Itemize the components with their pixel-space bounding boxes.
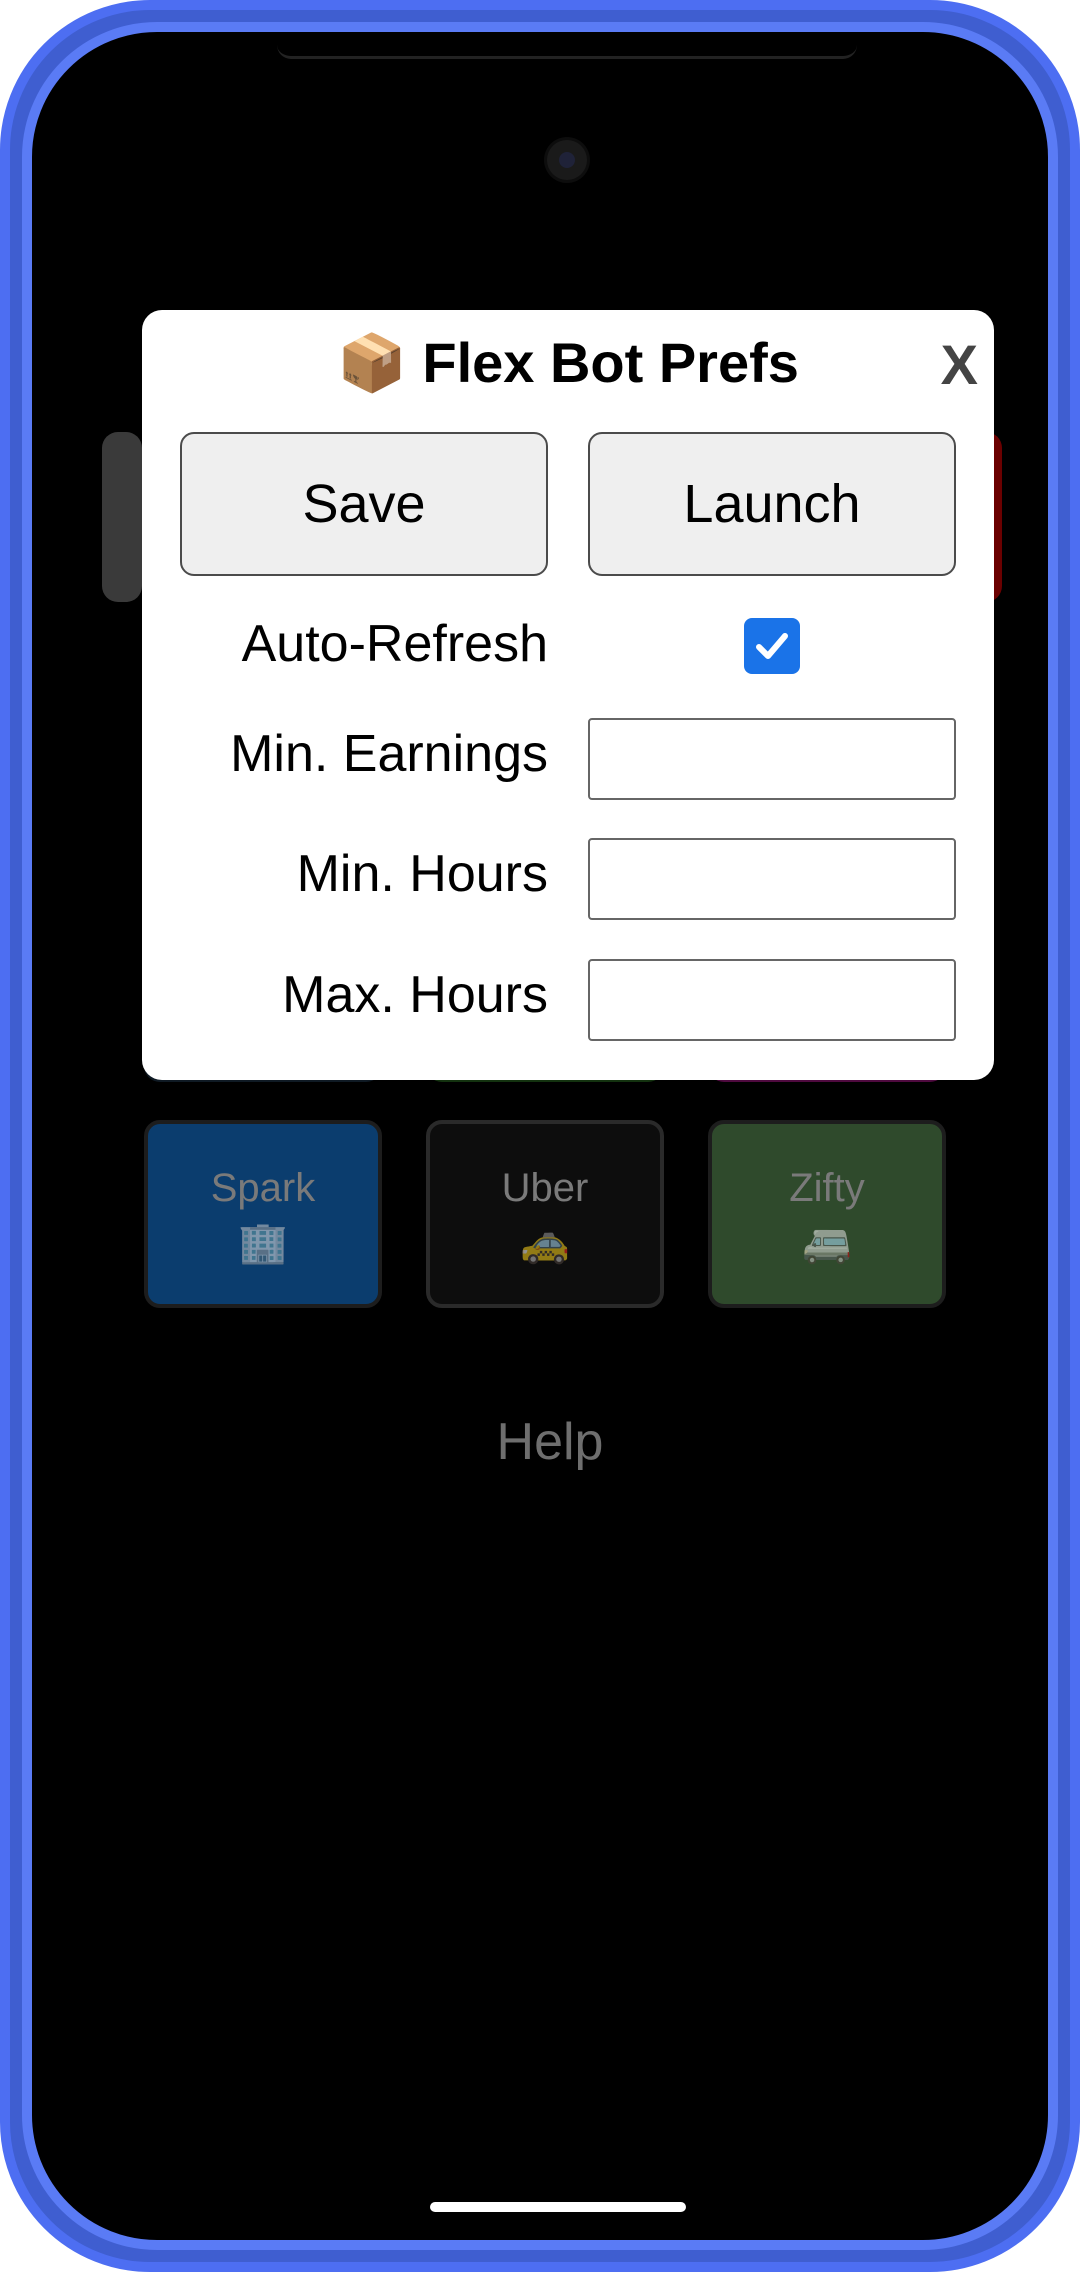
minibus-icon: 🚐 [802,1220,852,1266]
power-button [1074,920,1080,1250]
tile-spark-label: Spark [210,1166,316,1210]
min-hours-label: Min. Hours [296,845,548,903]
tile-uber[interactable]: Uber 🚕 [426,1120,664,1308]
tile-zifty[interactable]: Zifty 🚐 [708,1120,946,1308]
dialog-title: 📦 Flex Bot Prefs [142,330,994,396]
bg-tile-peek-left [102,432,142,602]
help-link[interactable]: Help [32,1412,1048,1472]
auto-refresh-label: Auto-Refresh [241,615,548,673]
home-indicator[interactable] [430,2202,686,2212]
package-icon: 📦 [337,331,407,394]
taxi-icon: 🚕 [520,1220,570,1266]
tile-uber-label: Uber [501,1166,589,1210]
max-hours-field[interactable] [588,959,956,1041]
screen: Spark 🏢 Uber 🚕 Zifty 🚐 Help 📦 Flex Bot P… [22,22,1058,2250]
tile-spark[interactable]: Spark 🏢 [144,1120,382,1308]
min-earnings-field[interactable] [588,718,956,800]
save-button[interactable]: Save [180,432,548,576]
flex-bot-prefs-dialog: 📦 Flex Bot Prefs X Save Launch Auto-Refr… [142,310,994,1080]
auto-refresh-checkbox[interactable] [744,618,800,674]
tile-zifty-label: Zifty [789,1166,865,1210]
launch-button[interactable]: Launch [588,432,956,576]
min-hours-field[interactable] [588,838,956,920]
close-button[interactable]: X [941,332,978,397]
volume-button [1074,640,1080,820]
checkmark-icon [756,633,788,659]
min-earnings-label: Min. Earnings [230,725,548,783]
max-hours-label: Max. Hours [282,966,548,1024]
dialog-title-text: Flex Bot Prefs [422,331,799,394]
office-building-icon: 🏢 [238,1220,288,1266]
phone-frame: Spark 🏢 Uber 🚕 Zifty 🚐 Help 📦 Flex Bot P… [0,0,1080,2272]
